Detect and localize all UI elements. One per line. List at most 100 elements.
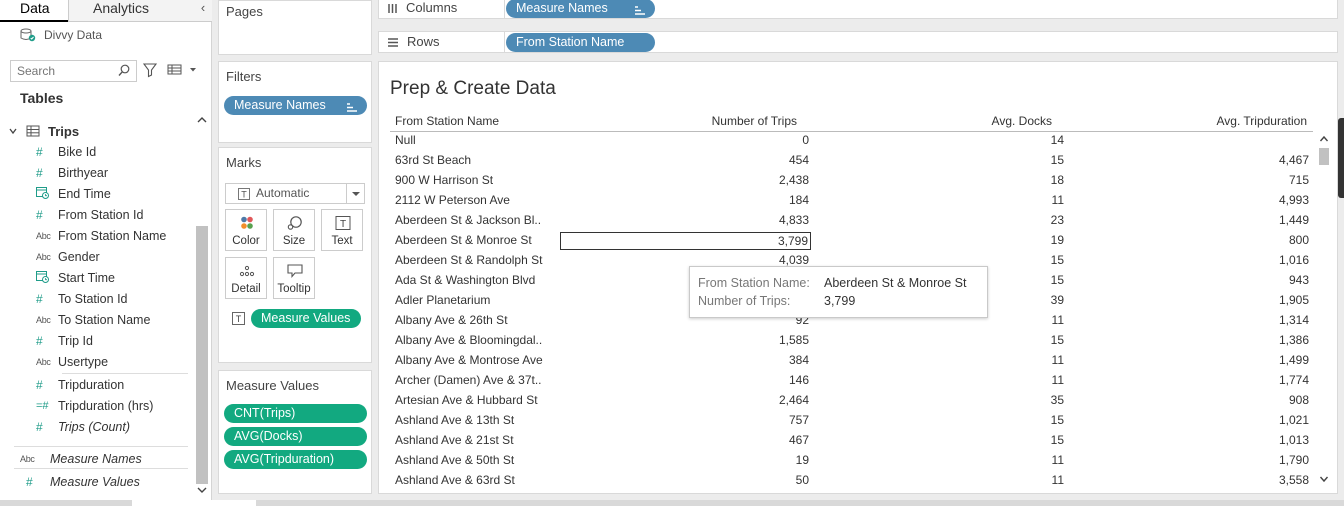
rows-pill-from-station-name[interactable]: From Station Name (506, 33, 655, 52)
field-search[interactable] (10, 60, 137, 82)
chevron-down-icon[interactable] (8, 126, 18, 136)
cell-number-of-trips[interactable]: 2,464 (779, 393, 809, 407)
measure-field-name: Measure Values (50, 474, 140, 489)
sheet-tab-active[interactable] (132, 500, 256, 506)
columns-shelf[interactable]: Columns Measure Names (378, 0, 1338, 19)
color-label: Color (232, 235, 260, 247)
cell-number-of-trips[interactable]: 1,585 (779, 333, 809, 347)
field-item[interactable]: End Time (36, 183, 196, 204)
cell-avg-docks: 39 (1050, 293, 1064, 307)
tooltip-row-station: From Station Name: Aberdeen St & Monroe … (698, 276, 966, 292)
marks-text-button[interactable]: T Text (321, 209, 363, 251)
marks-detail-button[interactable]: Detail (225, 257, 267, 299)
table-row[interactable]: Ashland Ave & 63rd St 50 11 3,558 (390, 471, 1313, 491)
rows-label: Rows (407, 34, 440, 49)
scrollbar-thumb[interactable] (1319, 148, 1329, 165)
table-row[interactable]: Ashland Ave & 50th St 19 11 1,790 (390, 451, 1313, 471)
cell-number-of-trips[interactable]: 467 (789, 433, 809, 447)
cell-number-of-trips[interactable]: 3,799 (560, 232, 811, 250)
data-pane-scrollbar[interactable] (196, 226, 208, 484)
tables-heading: Tables (20, 90, 64, 106)
filter-pill-measure-names[interactable]: Measure Names (224, 96, 367, 115)
measure-pill-avg-docks[interactable]: AVG(Docks) (224, 427, 367, 446)
table-row[interactable]: Albany Ave & Bloomingdal.. 1,585 15 1,386 (390, 331, 1313, 351)
filters-card[interactable]: Filters Measure Names (218, 61, 372, 143)
rows-shelf[interactable]: Rows From Station Name (378, 31, 1338, 53)
header-avg-tripduration[interactable]: Avg. Tripduration (1217, 114, 1308, 128)
cell-station-name: Aberdeen St & Randolph St (395, 253, 543, 267)
table-trips[interactable]: Trips (8, 122, 79, 140)
field-item[interactable]: Abc From Station Name (36, 225, 196, 246)
cell-number-of-trips[interactable]: 454 (789, 153, 809, 167)
cell-avg-docks: 15 (1050, 253, 1064, 267)
field-item[interactable]: Abc Gender (36, 246, 196, 267)
table-row[interactable]: Null 0 14 (390, 131, 1313, 151)
columns-pill-measure-names[interactable]: Measure Names (506, 0, 655, 18)
cell-number-of-trips[interactable]: 757 (789, 413, 809, 427)
field-item[interactable]: Start Time (36, 267, 196, 288)
table-row[interactable]: Ashland Ave & 13th St 757 15 1,021 (390, 411, 1313, 431)
cell-avg-tripduration: 1,449 (1278, 213, 1309, 227)
measure-pill-cnt-trips[interactable]: CNT(Trips) (224, 404, 367, 423)
header-number-of-trips[interactable]: Number of Trips (712, 114, 797, 128)
scroll-up-icon[interactable] (1319, 134, 1329, 146)
cell-number-of-trips[interactable]: 184 (789, 193, 809, 207)
field-item[interactable]: =# Tripduration (hrs) (36, 395, 196, 416)
measure-field-item[interactable]: Abc Measure Names (20, 447, 190, 470)
tab-data[interactable]: Data (0, 0, 68, 22)
field-item[interactable]: # Trips (Count) (36, 416, 196, 437)
calculated-number-icon: =# (36, 399, 49, 412)
side-panel-handle[interactable] (1338, 118, 1344, 198)
field-item[interactable]: # Birthyear (36, 162, 196, 183)
field-item[interactable]: # To Station Id (36, 288, 196, 309)
table-row[interactable]: Aberdeen St & Monroe St 3,799 19 800 (390, 231, 1313, 251)
header-avg-docks[interactable]: Avg. Docks (992, 114, 1052, 128)
view-options-icon[interactable] (167, 63, 199, 77)
scroll-down-icon[interactable] (196, 484, 208, 496)
measure-pill-avg-tripduration[interactable]: AVG(Tripduration) (224, 450, 367, 469)
cell-number-of-trips[interactable]: 0 (802, 133, 809, 147)
field-item[interactable]: Abc Usertype (36, 351, 196, 372)
scroll-down-icon[interactable] (1319, 474, 1329, 486)
table-row[interactable]: Archer (Damen) Ave & 37t.. 146 11 1,774 (390, 371, 1313, 391)
table-row[interactable]: Albany Ave & Montrose Ave 384 11 1,499 (390, 351, 1313, 371)
cell-number-of-trips[interactable]: 4,833 (779, 213, 809, 227)
cell-number-of-trips[interactable]: 4,039 (779, 253, 809, 267)
collapse-pane-button[interactable]: ‹ (194, 0, 212, 22)
table-row[interactable]: 2112 W Peterson Ave 184 11 4,993 (390, 191, 1313, 211)
search-input[interactable] (11, 61, 111, 81)
table-row[interactable]: Artesian Ave & Hubbard St 2,464 35 908 (390, 391, 1313, 411)
field-item[interactable]: Abc To Station Name (36, 309, 196, 330)
mark-type-dropdown[interactable]: T Automatic (225, 183, 365, 204)
marks-size-button[interactable]: Size (273, 209, 315, 251)
cell-number-of-trips[interactable]: 50 (796, 473, 809, 487)
cell-number-of-trips[interactable]: 384 (789, 353, 809, 367)
field-item[interactable]: # Tripduration (36, 374, 196, 395)
field-item[interactable]: # Trip Id (36, 330, 196, 351)
pages-card[interactable]: Pages (218, 0, 372, 55)
field-name: Usertype (58, 354, 109, 369)
tab-analytics[interactable]: Analytics (68, 0, 194, 22)
cell-station-name: Ashland Ave & 21st St (395, 433, 514, 447)
table-row[interactable]: 63rd St Beach 454 15 4,467 (390, 151, 1313, 171)
table-row[interactable]: Aberdeen St & Jackson Bl.. 4,833 23 1,449 (390, 211, 1313, 231)
marks-color-button[interactable]: Color (225, 209, 267, 251)
field-item[interactable]: # From Station Id (36, 204, 196, 225)
rows-icon (388, 37, 398, 47)
measure-field-item[interactable]: # Measure Values (20, 470, 190, 493)
rows-pill-label: From Station Name (516, 35, 625, 49)
scroll-up-icon[interactable] (196, 114, 208, 126)
field-item[interactable]: # Bike Id (36, 141, 196, 162)
marks-tooltip-button[interactable]: Tooltip (273, 257, 315, 299)
tooltip-row-trips: Number of Trips: 3,799 (698, 294, 855, 310)
cell-number-of-trips[interactable]: 2,438 (779, 173, 809, 187)
viz-vertical-scrollbar[interactable] (1317, 134, 1331, 489)
datasource-item[interactable]: Divvy Data (20, 27, 102, 43)
cell-number-of-trips[interactable]: 146 (789, 373, 809, 387)
filter-icon[interactable] (142, 62, 158, 78)
header-from-station-name[interactable]: From Station Name (395, 114, 499, 128)
table-row[interactable]: Ashland Ave & 21st St 467 15 1,013 (390, 431, 1313, 451)
marks-measure-values-pill[interactable]: Measure Values (251, 309, 361, 328)
cell-number-of-trips[interactable]: 19 (796, 453, 809, 467)
table-row[interactable]: 900 W Harrison St 2,438 18 715 (390, 171, 1313, 191)
